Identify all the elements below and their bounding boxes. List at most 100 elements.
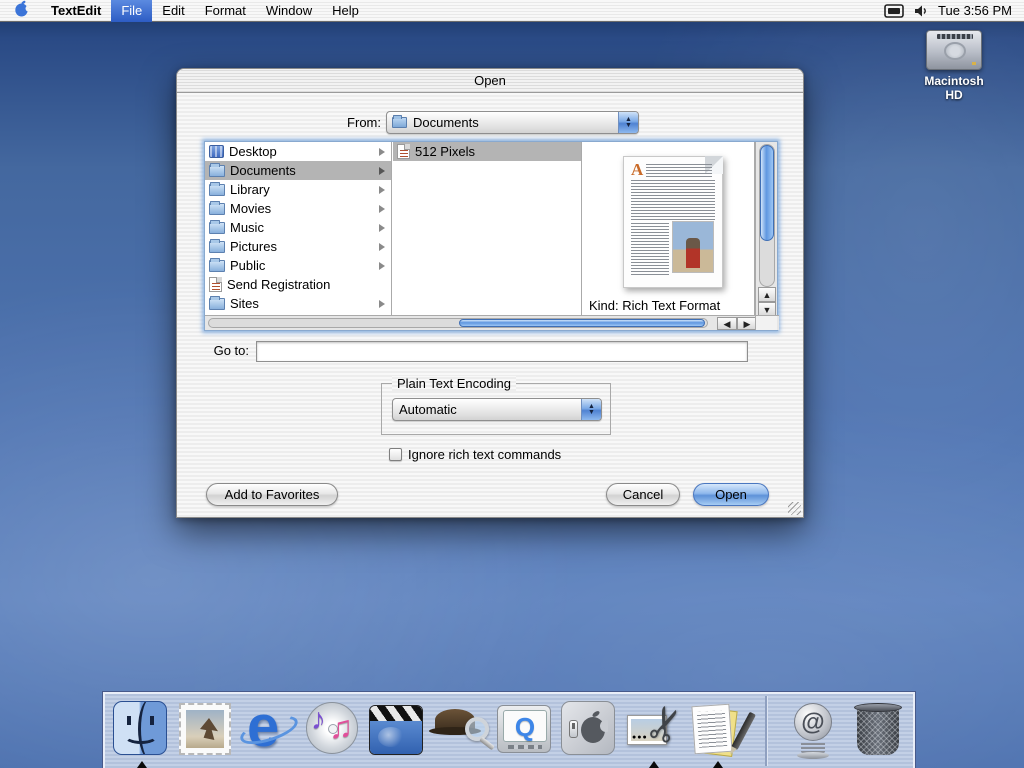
folder-item-library[interactable]: Library — [205, 180, 391, 199]
running-indicator — [137, 761, 147, 768]
from-popup-value: Documents — [407, 115, 618, 130]
open-dialog: Open From: Documents ▲▼ Desktop Document… — [176, 68, 804, 518]
music-folder-icon — [209, 222, 225, 234]
encoding-popup[interactable]: Automatic ▲▼ — [392, 398, 602, 421]
scrollbar-thumb[interactable] — [760, 145, 774, 241]
file-kind-label: Kind: Rich Text Format — [589, 298, 720, 313]
menu-window[interactable]: Window — [256, 0, 322, 22]
goto-label: Go to: — [177, 343, 249, 358]
from-label: From: — [297, 115, 381, 130]
scrollbar-corner — [755, 315, 777, 330]
file-column: 512 Pixels — [393, 142, 582, 317]
menu-edit[interactable]: Edit — [152, 0, 194, 22]
menu-clock[interactable]: Tue 3:56 PM — [938, 3, 1012, 18]
app-menu-textedit[interactable]: TextEdit — [41, 0, 111, 22]
cancel-button[interactable]: Cancel — [606, 483, 680, 506]
chevron-right-icon — [379, 167, 385, 175]
dock-mail-icon[interactable] — [177, 701, 235, 759]
document-preview-thumbnail: A — [623, 156, 723, 288]
encoding-groupbox: Plain Text Encoding Automatic ▲▼ — [381, 383, 611, 435]
documents-folder-icon — [209, 165, 225, 177]
dock-grab-icon[interactable]: ●●● ✂ — [625, 701, 683, 759]
folder-item-music[interactable]: Music — [205, 218, 391, 237]
running-indicator — [649, 761, 659, 768]
scroll-left-icon[interactable]: ◀ — [717, 317, 737, 330]
apple-icon — [14, 0, 29, 17]
pictures-folder-icon — [209, 241, 225, 253]
folder-item-movies[interactable]: Movies — [205, 199, 391, 218]
apple-menu[interactable] — [0, 0, 41, 22]
chevron-right-icon — [379, 205, 385, 213]
dock-quicktime-icon[interactable]: Q — [497, 701, 555, 759]
folder-item-send-registration[interactable]: Send Registration — [205, 275, 391, 294]
ignore-rich-text-label: Ignore rich text commands — [408, 447, 561, 462]
ignore-rich-text-row: Ignore rich text commands — [389, 447, 561, 462]
chevron-right-icon — [379, 148, 385, 156]
public-folder-icon — [209, 260, 225, 272]
horizontal-scrollbar: ◀ ▶ — [205, 315, 779, 330]
dock-divider — [765, 696, 767, 766]
scrollbar-track[interactable] — [759, 144, 775, 287]
folder-icon — [392, 117, 407, 128]
scroll-up-icon[interactable]: ▲ — [758, 287, 776, 302]
open-button[interactable]: Open — [693, 483, 769, 506]
dock-finder-icon[interactable] — [113, 701, 171, 759]
popup-stepper-icon: ▲▼ — [618, 112, 638, 133]
preview-column: A Kind: Rich Text Format — [583, 142, 755, 317]
preview-photo — [672, 221, 714, 273]
dock-imovie-icon[interactable] — [369, 701, 427, 759]
folder-item-documents[interactable]: Documents — [205, 161, 391, 180]
add-to-favorites-button[interactable]: Add to Favorites — [206, 483, 338, 506]
display-icon[interactable] — [884, 4, 904, 18]
chevron-right-icon — [379, 300, 385, 308]
from-popup[interactable]: Documents ▲▼ — [386, 111, 639, 134]
dock-itunes-icon[interactable]: ♪♫ — [305, 701, 363, 759]
goto-input[interactable] — [256, 341, 748, 362]
desktop-icon-macintosh-hd[interactable]: Macintosh HD — [916, 30, 992, 102]
scroll-right-icon[interactable]: ▶ — [737, 317, 757, 330]
chevron-right-icon — [379, 243, 385, 251]
library-folder-icon — [209, 184, 225, 196]
popup-stepper-icon: ▲▼ — [581, 399, 601, 420]
movies-folder-icon — [209, 203, 225, 215]
file-browser: Desktop Documents Library Movies — [204, 141, 778, 331]
dialog-title-bar[interactable]: Open — [177, 69, 803, 93]
preview-dropcap: A — [631, 163, 643, 177]
menu-file[interactable]: File — [111, 0, 152, 22]
scrollbar-track[interactable] — [208, 318, 708, 328]
chevron-right-icon — [379, 262, 385, 270]
file-item-512-pixels[interactable]: 512 Pixels — [393, 142, 581, 161]
folder-column: Desktop Documents Library Movies — [205, 142, 392, 317]
hard-drive-icon — [926, 30, 982, 70]
dock-trash-icon[interactable] — [849, 701, 907, 759]
menu-format[interactable]: Format — [195, 0, 256, 22]
volume-label: Macintosh HD — [916, 74, 992, 102]
encoding-popup-value: Automatic — [393, 402, 581, 417]
folder-item-pictures[interactable]: Pictures — [205, 237, 391, 256]
dock: e ♪♫ Q ●●● ✂ @ — [103, 692, 915, 768]
chevron-right-icon — [379, 186, 385, 194]
document-icon — [209, 277, 222, 292]
dock-sherlock-icon[interactable] — [433, 701, 491, 759]
desktop-folder-icon — [209, 145, 224, 158]
vertical-scrollbar: ▲ ▼ — [755, 142, 777, 317]
folder-item-public[interactable]: Public — [205, 256, 391, 275]
menu-bar: TextEdit File Edit Format Window Help Tu… — [0, 0, 1024, 22]
ignore-rich-text-checkbox[interactable] — [389, 448, 402, 461]
rtf-document-icon — [397, 144, 410, 159]
chevron-right-icon — [379, 224, 385, 232]
dialog-title: Open — [474, 73, 506, 88]
dock-internet-explorer-icon[interactable]: e — [241, 701, 299, 759]
encoding-group-title: Plain Text Encoding — [392, 376, 516, 391]
resize-grip[interactable] — [788, 502, 801, 515]
apple-silhouette-icon — [578, 710, 608, 744]
folder-item-desktop[interactable]: Desktop — [205, 142, 391, 161]
dock-url-shortcut-icon[interactable]: @ — [785, 701, 843, 759]
scrollbar-thumb[interactable] — [459, 319, 705, 327]
running-indicator — [713, 761, 723, 768]
folder-item-sites[interactable]: Sites — [205, 294, 391, 313]
volume-icon[interactable] — [914, 4, 928, 18]
dock-textedit-icon[interactable] — [689, 701, 747, 759]
menu-help[interactable]: Help — [322, 0, 369, 22]
dock-system-preferences-icon[interactable] — [561, 701, 619, 759]
